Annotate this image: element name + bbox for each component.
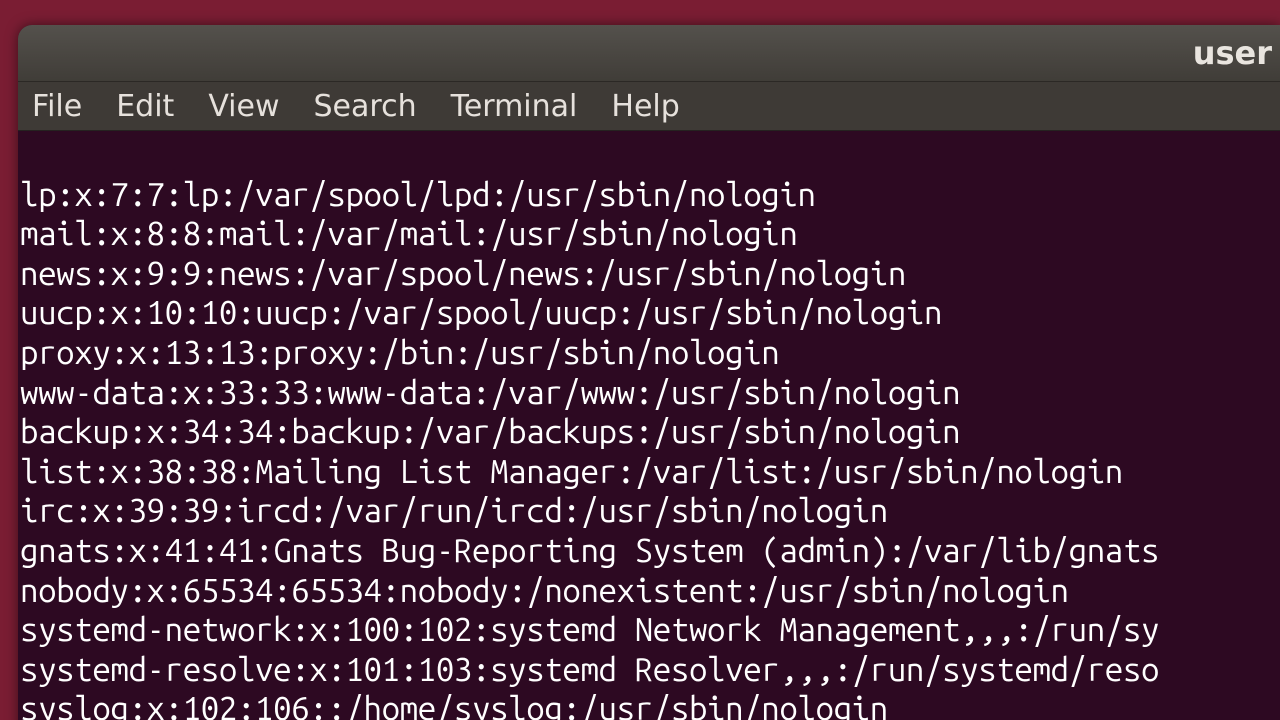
terminal-window: user File Edit View Search Terminal Help… — [18, 25, 1280, 720]
output-line: mail:x:8:8:mail:/var/mail:/usr/sbin/nolo… — [20, 215, 797, 252]
output-line: proxy:x:13:13:proxy:/bin:/usr/sbin/nolog… — [20, 334, 779, 371]
menubar: File Edit View Search Terminal Help — [18, 81, 1280, 131]
output-line: list:x:38:38:Mailing List Manager:/var/l… — [20, 453, 1123, 490]
menu-file[interactable]: File — [32, 89, 82, 124]
output-line: backup:x:34:34:backup:/var/backups:/usr/… — [20, 413, 960, 450]
menu-help[interactable]: Help — [611, 89, 679, 124]
output-line: lp:x:7:7:lp:/var/spool/lpd:/usr/sbin/nol… — [20, 176, 816, 213]
output-line: news:x:9:9:news:/var/spool/news:/usr/sbi… — [20, 255, 906, 292]
output-line: gnats:x:41:41:Gnats Bug-Reporting System… — [20, 532, 1159, 569]
output-line: nobody:x:65534:65534:nobody:/nonexistent… — [20, 572, 1069, 609]
output-line: systemd-network:x:100:102:systemd Networ… — [20, 611, 1159, 648]
window-title: user — [1193, 37, 1272, 69]
output-line: www-data:x:33:33:www-data:/var/www:/usr/… — [20, 374, 960, 411]
desktop-background: user File Edit View Search Terminal Help… — [0, 0, 1280, 720]
menu-search[interactable]: Search — [314, 89, 417, 124]
terminal-output[interactable]: lp:x:7:7:lp:/var/spool/lpd:/usr/sbin/nol… — [18, 131, 1280, 720]
titlebar[interactable]: user — [18, 25, 1280, 81]
output-line: syslog:x:102:106::/home/syslog:/usr/sbin… — [20, 690, 888, 720]
output-line: uucp:x:10:10:uucp:/var/spool/uucp:/usr/s… — [20, 294, 942, 331]
menu-view[interactable]: View — [208, 89, 279, 124]
menu-terminal[interactable]: Terminal — [451, 89, 578, 124]
output-line: systemd-resolve:x:101:103:systemd Resolv… — [20, 651, 1159, 688]
menu-edit[interactable]: Edit — [116, 89, 174, 124]
output-line: irc:x:39:39:ircd:/var/run/ircd:/usr/sbin… — [20, 492, 888, 529]
